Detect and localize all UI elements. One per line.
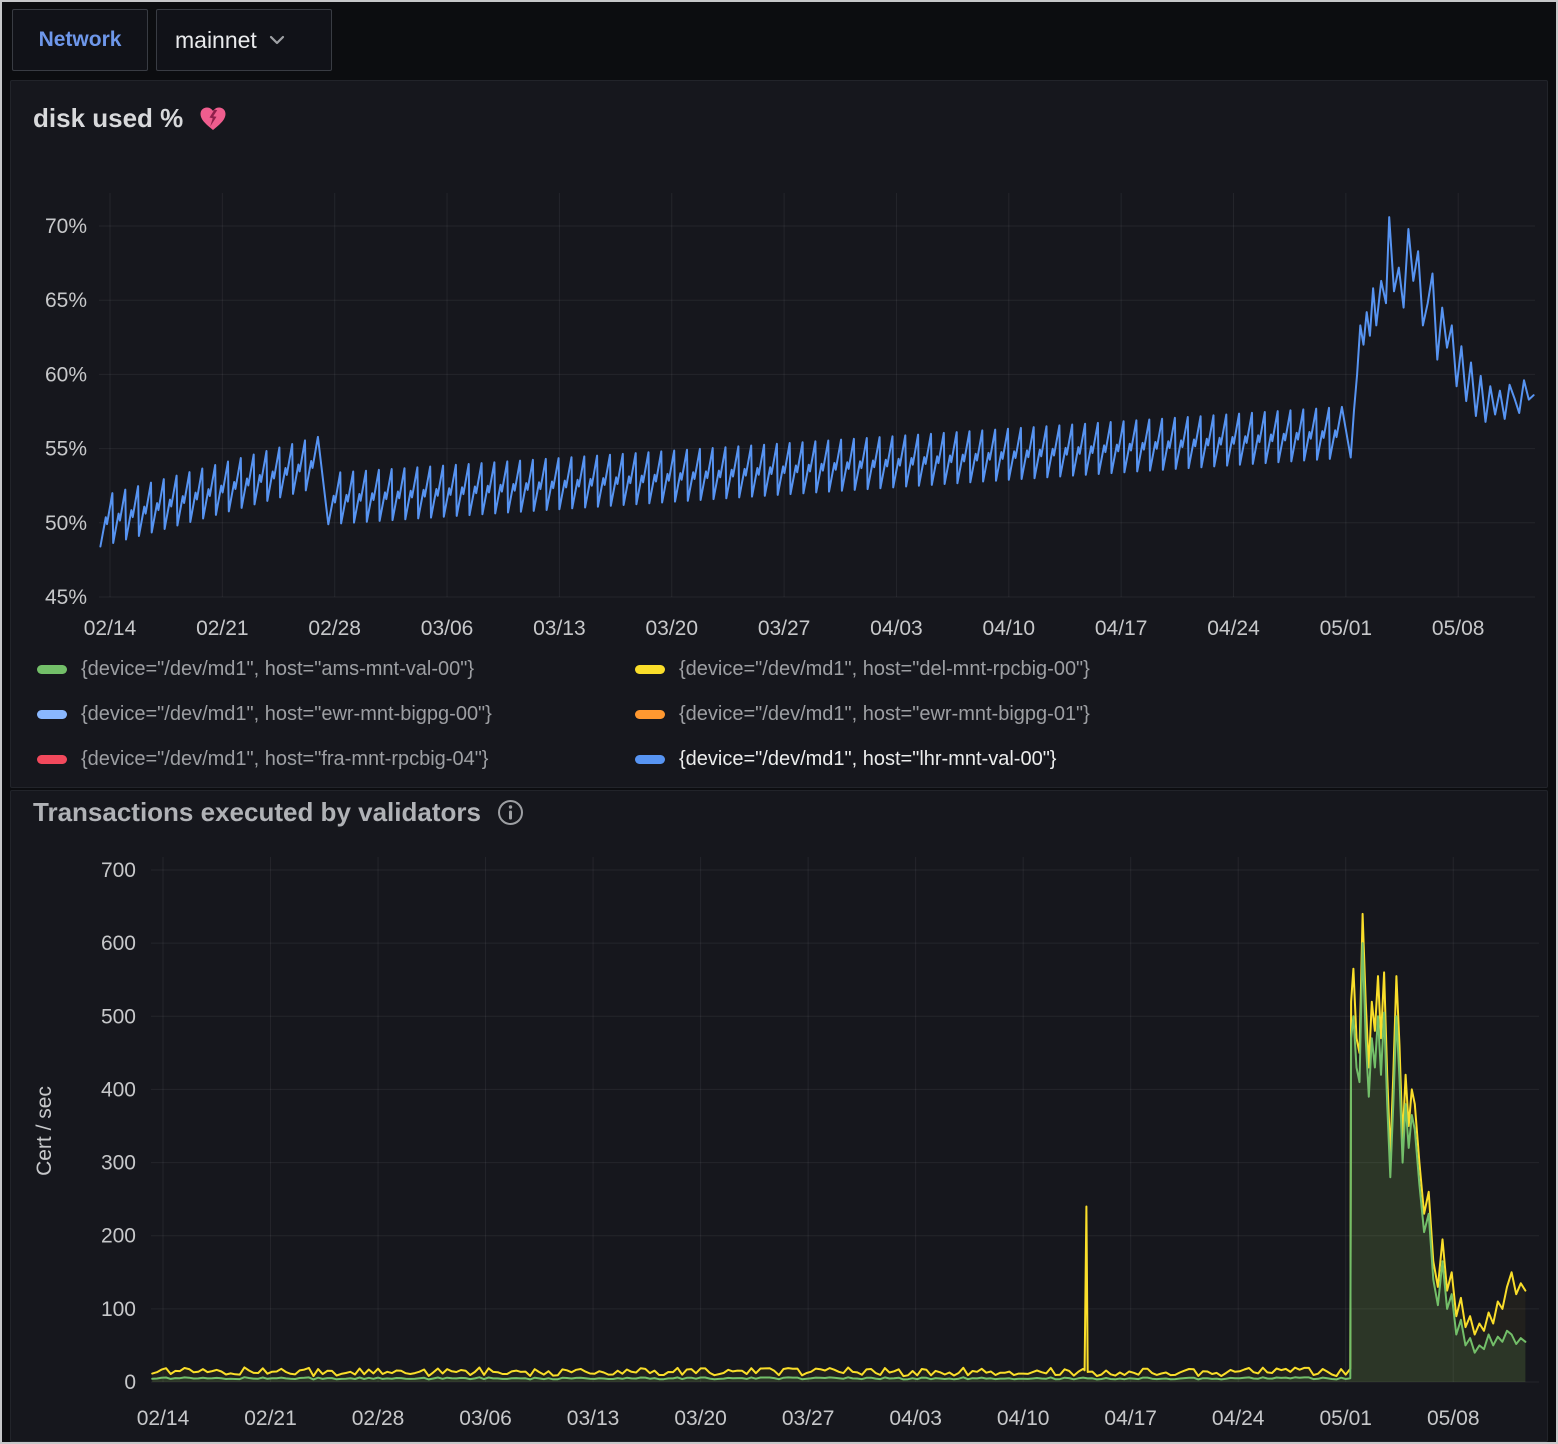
legend-label: {device="/dev/md1", host="del-mnt-rpcbig… bbox=[679, 658, 1090, 681]
network-variable-dropdown[interactable]: mainnet bbox=[156, 9, 332, 71]
disk-chart-legend: {device="/dev/md1", host="ams-mnt-val-00… bbox=[37, 647, 1517, 782]
svg-text:70%: 70% bbox=[45, 215, 87, 238]
legend-item[interactable]: {device="/dev/md1", host="ams-mnt-val-00… bbox=[37, 647, 635, 692]
transactions-panel: Transactions executed by validators Cert… bbox=[10, 790, 1548, 1442]
svg-text:03/06: 03/06 bbox=[421, 617, 474, 640]
svg-text:04/17: 04/17 bbox=[1104, 1407, 1157, 1430]
legend-swatch bbox=[37, 710, 67, 719]
svg-text:05/01: 05/01 bbox=[1320, 617, 1373, 640]
grafana-dashboard: { "topbar": { "variable_label": "Network… bbox=[0, 0, 1558, 1444]
svg-text:04/10: 04/10 bbox=[997, 1407, 1050, 1430]
legend-swatch bbox=[37, 665, 67, 674]
svg-text:05/01: 05/01 bbox=[1319, 1407, 1372, 1430]
svg-text:04/17: 04/17 bbox=[1095, 617, 1148, 640]
legend-swatch bbox=[635, 755, 665, 764]
svg-text:04/24: 04/24 bbox=[1212, 1407, 1265, 1430]
transactions-chart[interactable]: 0 100 200 300 400 500 600 700 02/14 02/21 02/28 03/… bbox=[11, 791, 1549, 1443]
svg-text:03/20: 03/20 bbox=[674, 1407, 727, 1430]
legend-item[interactable]: {device="/dev/md1", host="fra-mnt-rpcbig… bbox=[37, 737, 635, 782]
legend-item[interactable]: {device="/dev/md1", host="del-mnt-rpcbig… bbox=[635, 647, 1517, 692]
svg-text:05/08: 05/08 bbox=[1427, 1407, 1480, 1430]
svg-text:300: 300 bbox=[101, 1152, 136, 1175]
network-variable-label: Network bbox=[39, 28, 122, 52]
svg-text:03/20: 03/20 bbox=[645, 617, 698, 640]
chevron-down-icon bbox=[269, 35, 285, 45]
svg-text:02/28: 02/28 bbox=[308, 617, 361, 640]
network-variable-value[interactable]: mainnet bbox=[175, 27, 257, 54]
legend-swatch bbox=[635, 665, 665, 674]
svg-text:03/27: 03/27 bbox=[782, 1407, 835, 1430]
svg-text:05/08: 05/08 bbox=[1432, 617, 1485, 640]
svg-text:02/14: 02/14 bbox=[84, 617, 137, 640]
svg-text:100: 100 bbox=[101, 1298, 136, 1321]
svg-text:400: 400 bbox=[101, 1078, 136, 1101]
svg-text:0: 0 bbox=[124, 1371, 136, 1394]
svg-text:04/24: 04/24 bbox=[1207, 617, 1260, 640]
legend-label: {device="/dev/md1", host="fra-mnt-rpcbig… bbox=[81, 748, 489, 771]
svg-text:04/10: 04/10 bbox=[983, 617, 1036, 640]
legend-label: {device="/dev/md1", host="ams-mnt-val-00… bbox=[81, 658, 474, 681]
svg-text:55%: 55% bbox=[45, 438, 87, 461]
legend-item[interactable]: {device="/dev/md1", host="ewr-mnt-bigpg-… bbox=[635, 692, 1517, 737]
svg-text:03/06: 03/06 bbox=[459, 1407, 512, 1430]
legend-label: {device="/dev/md1", host="ewr-mnt-bigpg-… bbox=[81, 703, 492, 726]
svg-text:04/03: 04/03 bbox=[889, 1407, 942, 1430]
svg-text:45%: 45% bbox=[45, 586, 87, 609]
legend-swatch bbox=[635, 710, 665, 719]
svg-text:02/21: 02/21 bbox=[244, 1407, 297, 1430]
svg-text:500: 500 bbox=[101, 1005, 136, 1028]
svg-text:03/13: 03/13 bbox=[533, 617, 586, 640]
dashboard-variables-bar: Network mainnet bbox=[2, 2, 1556, 80]
svg-text:02/14: 02/14 bbox=[137, 1407, 190, 1430]
svg-text:600: 600 bbox=[101, 932, 136, 955]
svg-text:02/21: 02/21 bbox=[196, 617, 249, 640]
disk-used-panel: disk used % 45%50%55%60%65%70%02/1402/21… bbox=[10, 80, 1548, 788]
network-variable-label-box: Network bbox=[12, 9, 148, 71]
legend-label: {device="/dev/md1", host="lhr-mnt-val-00… bbox=[679, 748, 1056, 771]
svg-text:02/28: 02/28 bbox=[352, 1407, 405, 1430]
svg-text:200: 200 bbox=[101, 1225, 136, 1248]
svg-text:03/27: 03/27 bbox=[758, 617, 811, 640]
svg-text:60%: 60% bbox=[45, 363, 87, 386]
svg-text:04/03: 04/03 bbox=[870, 617, 923, 640]
legend-item[interactable]: {device="/dev/md1", host="ewr-mnt-bigpg-… bbox=[37, 692, 635, 737]
svg-text:03/13: 03/13 bbox=[567, 1407, 620, 1430]
legend-item[interactable]: {device="/dev/md1", host="lhr-mnt-val-00… bbox=[635, 737, 1517, 782]
svg-text:50%: 50% bbox=[45, 512, 87, 535]
svg-text:700: 700 bbox=[101, 859, 136, 882]
legend-label: {device="/dev/md1", host="ewr-mnt-bigpg-… bbox=[679, 703, 1090, 726]
svg-text:65%: 65% bbox=[45, 289, 87, 312]
legend-swatch bbox=[37, 755, 67, 764]
